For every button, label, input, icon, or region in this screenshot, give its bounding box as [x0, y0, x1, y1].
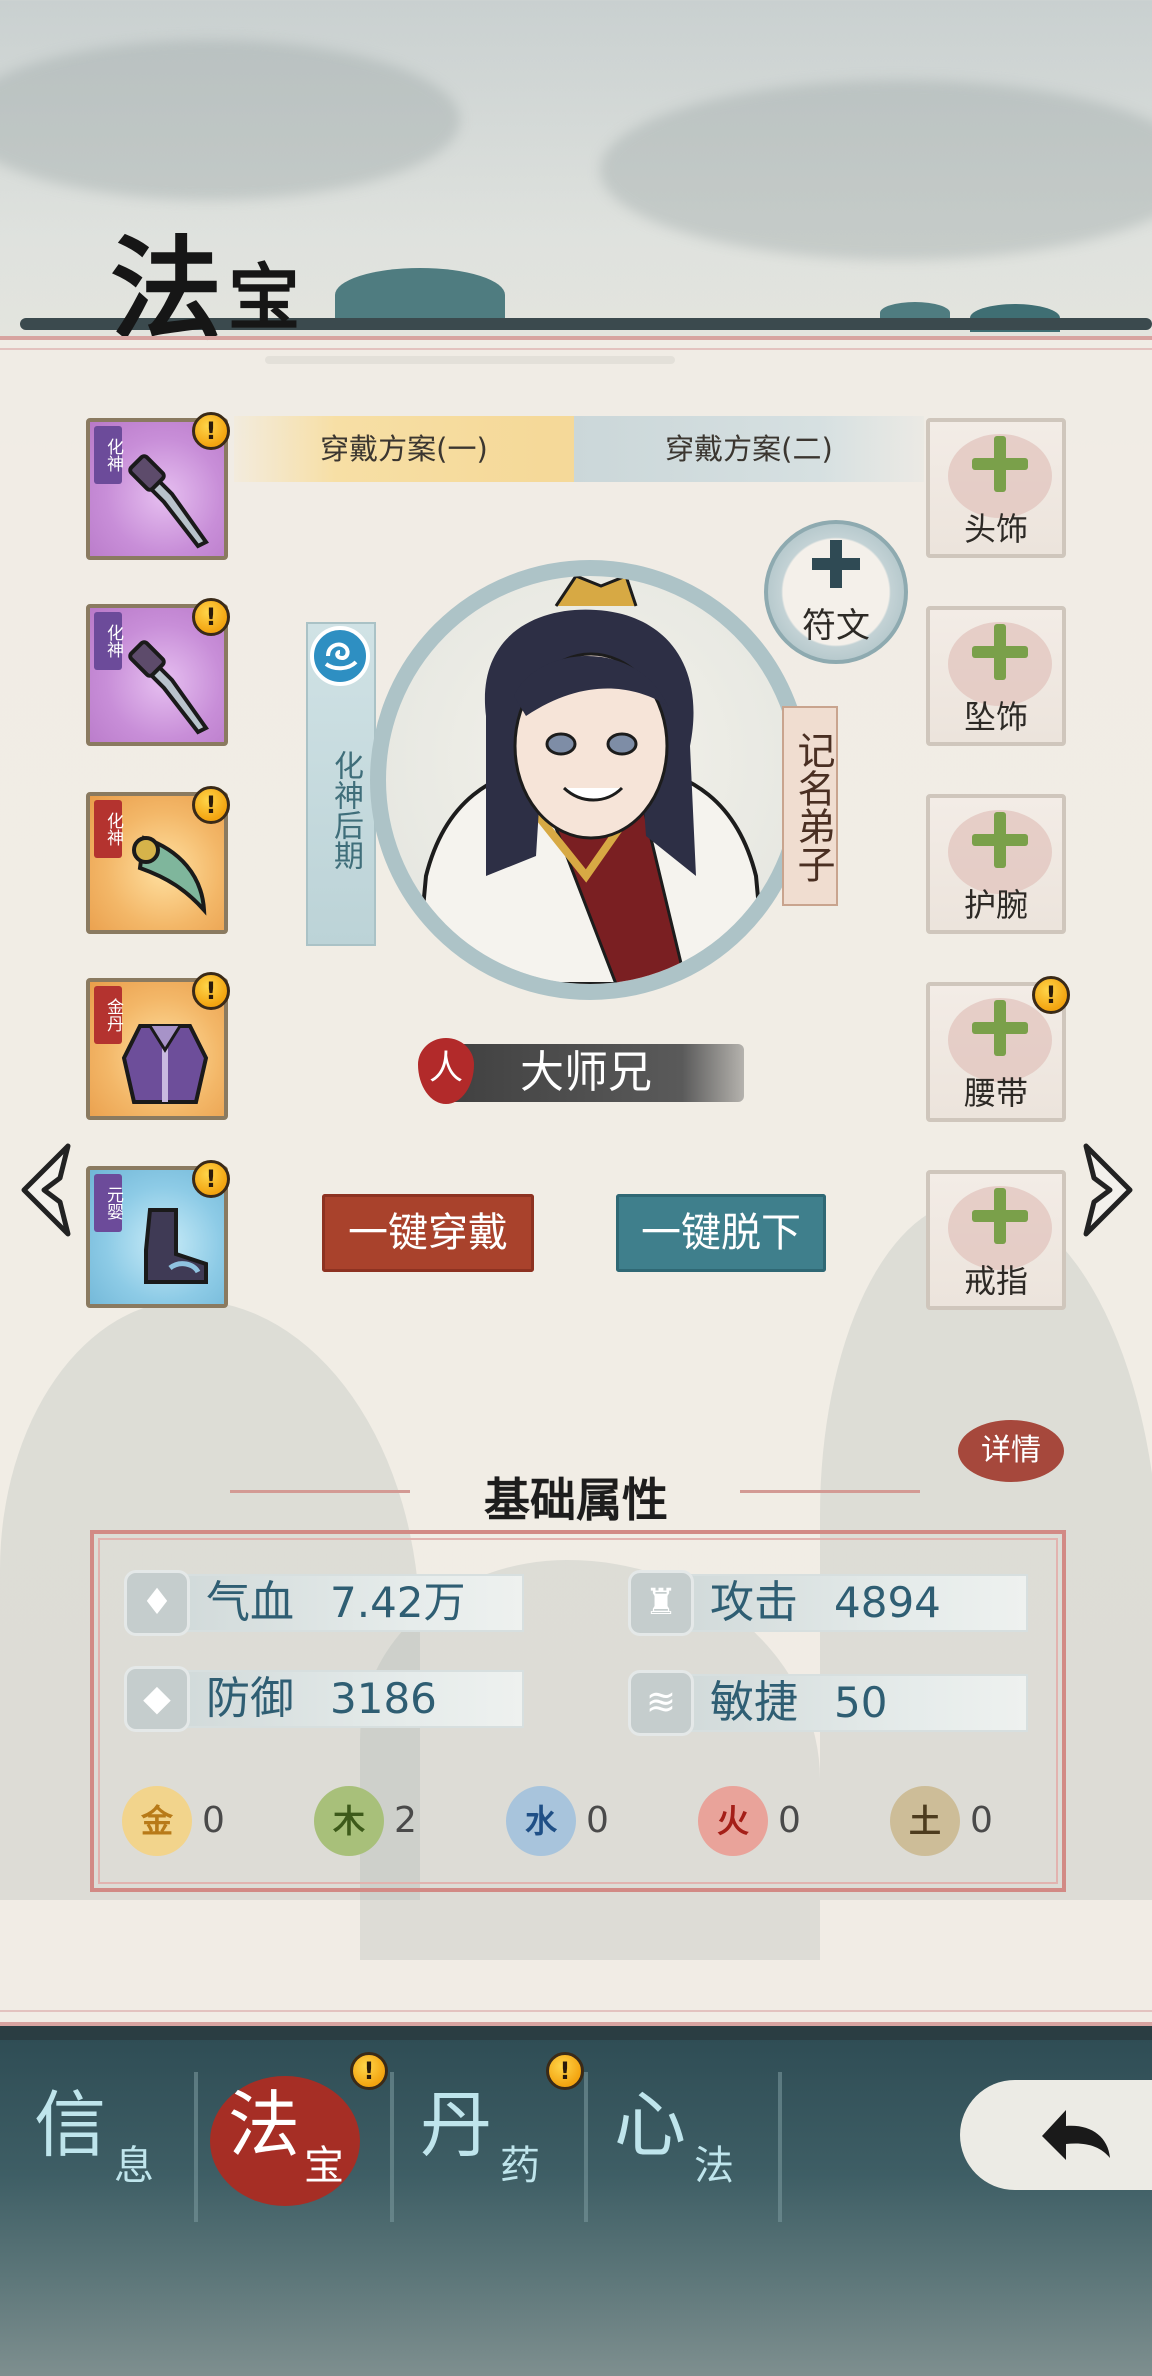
element-value: 0	[970, 1800, 993, 1841]
remove-all-button[interactable]: 一键脱下	[616, 1194, 826, 1272]
stat-value: 3186	[330, 1674, 437, 1723]
slot-pendant[interactable]: 坠饰	[926, 606, 1066, 746]
alert-badge: !	[192, 786, 230, 824]
stat-label: 敏捷	[710, 1677, 798, 1728]
attack-icon: ♜	[628, 1570, 694, 1636]
stat-label: 气血	[206, 1577, 294, 1628]
element-value: 0	[586, 1800, 609, 1841]
background-mist	[0, 40, 460, 200]
curved-blade-icon	[132, 835, 207, 916]
alert-badge: !	[192, 1160, 230, 1198]
slot-tier-tag: 化神	[94, 612, 123, 670]
fire-icon: 火	[698, 1786, 768, 1856]
stat-value: 4894	[834, 1578, 941, 1627]
slot-tier-tag: 化神	[94, 426, 123, 484]
section-title: 基础属性	[484, 1473, 668, 1527]
stat-attack: ♜ 攻击 4894	[628, 1568, 1028, 1636]
back-arrow-icon	[1042, 2110, 1110, 2160]
slot-label: 护腕	[963, 886, 1028, 924]
alert-badge: !	[192, 598, 230, 636]
robe-icon	[121, 1024, 209, 1104]
stat-agility: ≋ 敏捷 50	[628, 1668, 1028, 1736]
equip-all-button[interactable]: 一键穿戴	[322, 1194, 534, 1272]
dagger-icon	[128, 454, 209, 549]
arrow-left-icon[interactable]	[14, 1140, 78, 1240]
alert-badge: !	[192, 972, 230, 1010]
alert-badge: !	[1032, 976, 1070, 1014]
stat-label: 防御	[206, 1673, 294, 1724]
rune-button[interactable]: 符文	[764, 520, 908, 664]
blood-icon: ♦	[124, 1570, 190, 1636]
slot-headwear[interactable]: 头饰	[926, 418, 1066, 558]
stat-defense: ◆ 防御 3186	[124, 1664, 524, 1732]
character-avatar	[413, 576, 769, 984]
slot-tier-tag: 金丹	[94, 986, 123, 1044]
plus-icon	[972, 1188, 1028, 1244]
stat-value: 50	[834, 1678, 888, 1727]
details-button[interactable]: 详情	[958, 1420, 1064, 1482]
water-icon: 水	[506, 1786, 576, 1856]
stat-label: 攻击	[710, 1577, 798, 1628]
tab-plan-two[interactable]: 穿戴方案(二)	[574, 416, 924, 482]
alert-badge: !	[546, 2052, 584, 2090]
plus-icon	[972, 624, 1028, 680]
nav-treasure[interactable]: 法宝	[228, 2080, 418, 2210]
shield-icon: ◆	[124, 1666, 190, 1732]
arrow-right-icon[interactable]	[1076, 1140, 1140, 1240]
tab-plan-one[interactable]: 穿戴方案(一)	[234, 416, 574, 482]
plus-icon	[972, 436, 1028, 492]
alert-badge: !	[350, 2052, 388, 2090]
dagger-icon	[128, 640, 209, 735]
disciple-role: 记名弟子	[791, 731, 835, 883]
wood-icon: 木	[314, 1786, 384, 1856]
slot-tier-tag: 元婴	[94, 1174, 123, 1232]
slot-label: 坠饰	[963, 698, 1028, 736]
metal-icon: 金	[122, 1786, 192, 1856]
earth-icon: 土	[890, 1786, 960, 1856]
cultivation-rank: 化神后期	[328, 750, 363, 870]
stat-hp: ♦ 气血 7.42万	[124, 1568, 524, 1636]
nav-top-border	[0, 2026, 1152, 2040]
slot-bracer[interactable]: 护腕	[926, 794, 1066, 934]
rune-label: 符文	[802, 606, 870, 646]
slot-label: 戒指	[963, 1262, 1028, 1300]
nav-pills[interactable]: 丹药	[420, 2080, 610, 2210]
nav-techniques[interactable]: 心法	[614, 2080, 804, 2210]
element-value: 0	[778, 1800, 801, 1841]
stat-value: 7.42万	[330, 1578, 466, 1627]
plus-icon	[972, 1000, 1028, 1056]
slot-tier-tag: 化神	[94, 800, 123, 858]
slot-label: 头饰	[963, 510, 1028, 548]
slot-ring[interactable]: 戒指	[926, 1170, 1066, 1310]
plus-icon	[812, 540, 860, 588]
alert-badge: !	[192, 412, 230, 450]
nav-info[interactable]: 信息	[34, 2080, 224, 2210]
element-value: 0	[202, 1800, 225, 1841]
cloud-decoration	[335, 268, 505, 322]
swirl-icon	[310, 626, 370, 686]
character-portrait[interactable]	[370, 560, 810, 1000]
boots-icon	[144, 1208, 208, 1284]
element-value: 2	[394, 1800, 417, 1841]
background-mist	[600, 80, 1152, 260]
character-name: 大师兄	[520, 1047, 652, 1098]
plus-icon	[972, 812, 1028, 868]
agility-icon: ≋	[628, 1670, 694, 1736]
slot-label: 腰带	[963, 1074, 1028, 1112]
